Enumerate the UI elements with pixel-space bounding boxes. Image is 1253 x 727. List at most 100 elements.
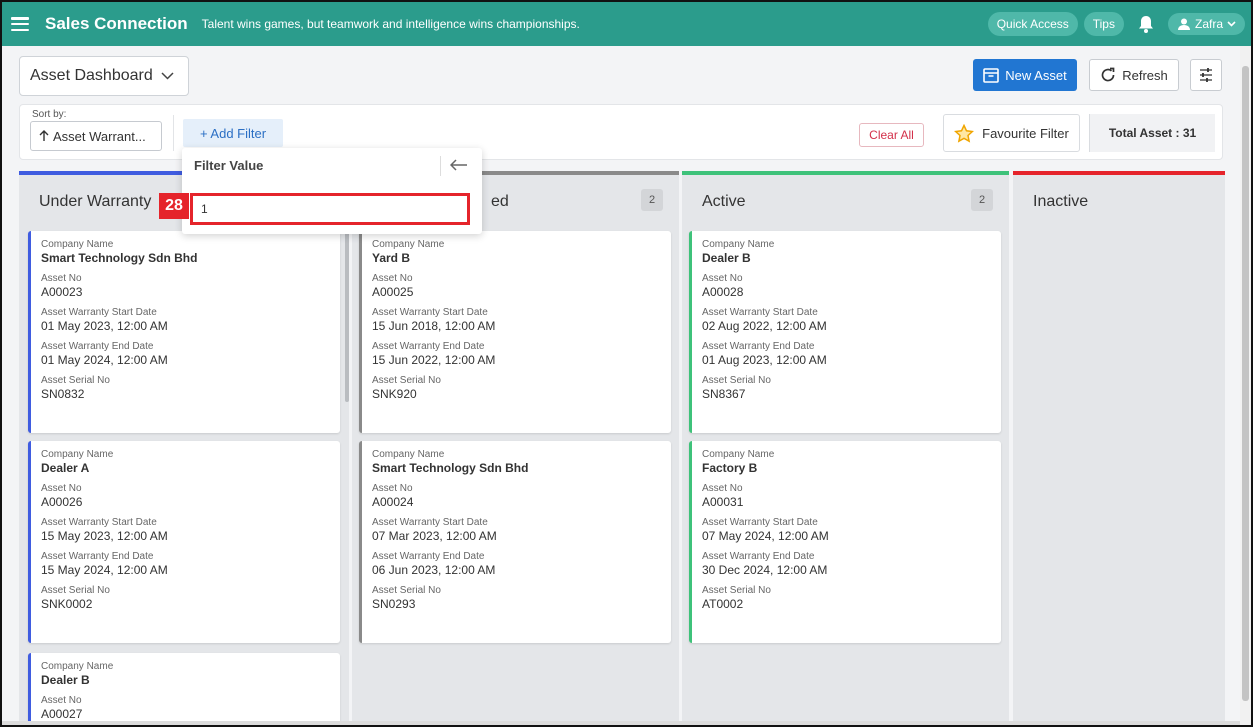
add-filter-button[interactable]: + Add Filter [183,119,283,147]
field-label: Asset Warranty Start Date [702,517,818,528]
field-label: Asset Warranty Start Date [372,307,488,318]
field-label: Company Name [702,449,775,460]
user-name: Zafra [1194,17,1223,31]
field-label: Asset No [372,483,413,494]
field-label: Asset Warranty Start Date [702,307,818,318]
sort-button[interactable]: Asset Warrant... [30,121,162,151]
chevron-down-icon [1227,21,1236,27]
column-scrollbar[interactable] [345,230,349,402]
clear-all-button[interactable]: Clear All [859,123,924,147]
archive-icon [983,67,1000,83]
field-value-start: 01 May 2023, 12:00 AM [41,319,168,333]
column-count: 2 [971,189,993,211]
user-icon [1177,18,1190,30]
field-label: Asset Serial No [372,585,441,596]
field-value-asset-no: A00028 [702,285,744,299]
field-value-start: 15 May 2023, 12:00 AM [41,529,168,543]
column-count: 2 [641,189,663,211]
field-label: Asset No [372,273,413,284]
top-bar: Sales Connection Talent wins games, but … [2,2,1251,46]
new-asset-label: New Asset [1005,67,1067,83]
divider [173,115,174,151]
column-title: Active [702,193,746,210]
popup-title: Filter Value [194,158,264,173]
filter-value-popup: Filter Value 1 [182,148,482,234]
field-label: Company Name [41,449,114,460]
field-label: Company Name [372,449,445,460]
field-label: Asset Serial No [702,585,771,596]
field-value-serial: SN0832 [41,387,85,401]
field-value-serial: SNK0002 [41,597,93,611]
field-value-company: Yard B [372,251,411,265]
field-value-start: 07 Mar 2023, 12:00 AM [372,529,497,543]
field-value-end: 15 May 2024, 12:00 AM [41,563,168,577]
sliders-icon [1200,68,1212,82]
column-inactive: Inactive [1013,171,1225,721]
field-label: Asset Warranty Start Date [372,517,488,528]
field-label: Asset No [702,273,743,284]
divider [440,156,441,176]
field-label: Company Name [372,239,445,250]
field-label: Asset Serial No [41,375,110,386]
column-under-warranty: Under Warranty Company Name Smart Technol… [19,171,349,725]
app-frame: Sales Connection Talent wins games, but … [0,0,1253,727]
new-asset-button[interactable]: New Asset [973,59,1077,91]
column-active: Active 2 Company Name Dealer B Asset No A00… [682,171,1009,721]
field-value-serial: SNK920 [372,387,417,401]
asset-card[interactable]: Company Name Dealer B Asset No A00027 [28,653,340,725]
back-arrow-icon[interactable] [448,154,470,176]
field-value-asset-no: A00023 [41,285,83,299]
field-value-asset-no: A00031 [702,495,744,509]
field-label: Asset No [702,483,743,494]
favourite-filter-label: Favourite Filter [982,125,1069,141]
brand-name[interactable]: Sales Connection [45,14,188,34]
field-value-end: 30 Dec 2024, 12:00 AM [702,563,828,577]
field-value-start: 15 Jun 2018, 12:00 AM [372,319,496,333]
field-value-start: 02 Aug 2022, 12:00 AM [702,319,827,333]
favourite-filter-button[interactable]: Favourite Filter [943,114,1080,152]
filter-value-input[interactable]: 1 [190,193,470,225]
field-label: Asset No [41,273,82,284]
settings-sliders-button[interactable] [1190,59,1222,91]
step-badge: 28 [159,193,189,219]
field-value-start: 07 May 2024, 12:00 AM [702,529,829,543]
field-value-asset-no: A00026 [41,495,83,509]
field-label: Asset Warranty Start Date [41,307,157,318]
field-label: Asset Warranty End Date [372,341,485,352]
field-value-end: 01 May 2024, 12:00 AM [41,353,168,367]
asset-card[interactable]: Company Name Dealer B Asset No A00028 Asset … [689,231,1001,433]
quick-access-button[interactable]: Quick Access [987,12,1078,36]
field-value-company: Smart Technology Sdn Bhd [372,461,529,475]
field-label: Asset Serial No [372,375,441,386]
field-label: Asset Serial No [41,585,110,596]
asset-card[interactable]: Company Name Smart Technology Sdn Bhd Asse… [28,231,340,433]
field-label: Asset Warranty End Date [702,551,815,562]
field-label: Asset Warranty Start Date [41,517,157,528]
field-label: Asset Serial No [702,375,771,386]
dashboard-select[interactable]: Asset Dashboard [19,56,189,96]
field-label: Asset Warranty End Date [702,341,815,352]
field-label: Asset No [41,695,82,706]
menu-icon[interactable] [11,17,29,31]
asset-card[interactable]: Company Name Smart Technology Sdn Bhd Asse… [359,441,671,643]
bell-icon[interactable] [1134,12,1158,36]
asset-card[interactable]: Company Name Yard B Asset No A00025 Asset Wa… [359,231,671,433]
arrow-up-icon [39,130,49,141]
refresh-button[interactable]: Refresh [1089,59,1179,91]
field-value-company: Smart Technology Sdn Bhd [41,251,198,265]
page-scrollbar[interactable] [1240,46,1251,725]
field-value-company: Factory B [702,461,758,475]
horizontal-scrollbar[interactable] [2,721,1240,725]
column-title: Inactive [1033,193,1089,210]
field-label: Company Name [41,239,114,250]
user-menu[interactable]: Zafra [1167,13,1245,35]
field-value-serial: SN8367 [702,387,746,401]
page-header: Asset Dashboard New Asset Refresh [2,46,1240,102]
asset-card[interactable]: Company Name Dealer A Asset No A00026 Asset … [28,441,340,643]
tagline: Talent wins games, but teamwork and inte… [201,17,580,31]
field-label: Company Name [41,661,114,672]
tips-button[interactable]: Tips [1083,12,1124,36]
asset-card[interactable]: Company Name Factory B Asset No A00031 Asset… [689,441,1001,643]
field-value-end: 15 Jun 2022, 12:00 AM [372,353,496,367]
field-value-end: 01 Aug 2023, 12:00 AM [702,353,827,367]
